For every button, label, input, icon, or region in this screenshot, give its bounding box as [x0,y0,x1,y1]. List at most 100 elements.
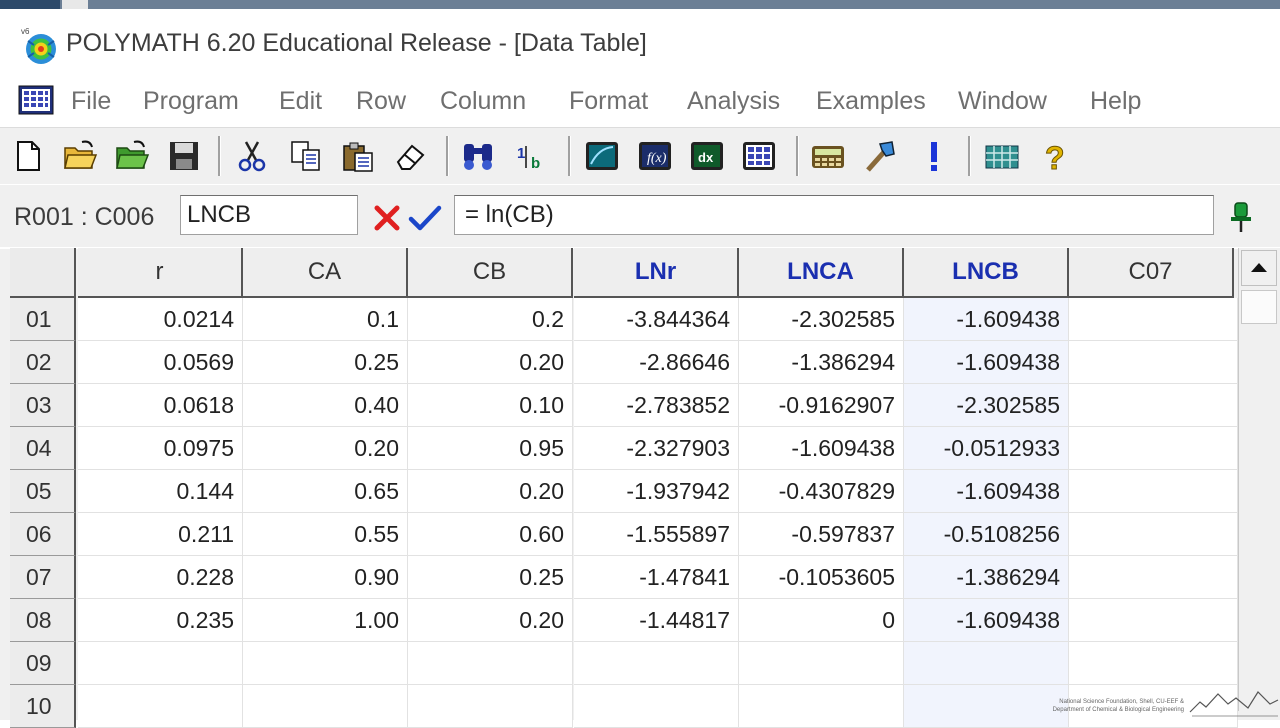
table-cell[interactable] [1069,556,1238,599]
table-cell[interactable]: -1.609438 [904,298,1069,341]
table-cell[interactable] [574,685,739,728]
column-header[interactable]: CB [408,248,573,298]
menu-help[interactable]: Help [1090,87,1141,116]
table-cell[interactable]: 0.60 [408,513,573,556]
table-cell[interactable] [78,642,243,685]
row-header[interactable]: 02 [10,341,76,384]
table-cell[interactable]: 0.20 [408,341,573,384]
table-cell[interactable]: 0.235 [78,599,243,642]
new-file-icon[interactable] [10,138,46,174]
grid-corner[interactable] [10,248,76,298]
formula-field[interactable] [454,195,1214,235]
open-folder-green-icon[interactable] [114,138,150,174]
menu-format[interactable]: Format [569,87,648,116]
table-cell[interactable] [408,642,573,685]
menu-row[interactable]: Row [356,87,406,116]
table-cell[interactable] [1069,642,1238,685]
column-header[interactable]: LNCA [739,248,904,298]
table-cell[interactable]: -1.555897 [574,513,739,556]
table-cell[interactable]: -1.47841 [574,556,739,599]
find-icon[interactable] [460,138,496,174]
row-header[interactable]: 10 [10,685,76,728]
copy-icon[interactable] [288,138,324,174]
table-cell[interactable] [1069,599,1238,642]
table-cell[interactable]: -1.609438 [904,470,1069,513]
row-header[interactable]: 04 [10,427,76,470]
save-icon[interactable] [166,138,202,174]
table-cell[interactable] [243,642,408,685]
table-cell[interactable]: -1.386294 [739,341,904,384]
table-cell[interactable] [739,685,904,728]
table-cell[interactable] [78,685,243,728]
table-cell[interactable]: 0.90 [243,556,408,599]
table-cell[interactable]: -0.0512933 [904,427,1069,470]
eraser-icon[interactable] [392,138,428,174]
table-cell[interactable]: -0.5108256 [904,513,1069,556]
table-cell[interactable]: 0.20 [408,599,573,642]
row-header[interactable]: 01 [10,298,76,341]
pin-icon[interactable] [1226,199,1256,235]
menu-analysis[interactable]: Analysis [687,87,780,116]
table-cell[interactable]: -2.302585 [904,384,1069,427]
table-cell[interactable] [408,685,573,728]
column-header[interactable]: LNr [574,248,739,298]
table-cell[interactable]: -0.4307829 [739,470,904,513]
column-header[interactable]: r [78,248,243,298]
row-header[interactable]: 07 [10,556,76,599]
table-icon[interactable] [984,138,1020,174]
table-cell[interactable]: 0.20 [243,427,408,470]
table-cell[interactable]: 0.20 [408,470,573,513]
column-header[interactable]: C07 [1069,248,1234,298]
menu-examples[interactable]: Examples [816,87,926,116]
scroll-thumb[interactable] [1241,290,1277,324]
confirm-edit-icon[interactable] [408,201,442,233]
table-cell[interactable]: -0.597837 [739,513,904,556]
paste-icon[interactable] [340,138,376,174]
table-cell[interactable]: 0.40 [243,384,408,427]
row-header[interactable]: 06 [10,513,76,556]
table-cell[interactable]: -1.386294 [904,556,1069,599]
table-cell[interactable]: 0.0618 [78,384,243,427]
table-cell[interactable]: 0.0975 [78,427,243,470]
table-cell[interactable]: 0.211 [78,513,243,556]
function-icon[interactable]: f(x) [637,138,673,174]
table-cell[interactable] [904,642,1069,685]
cut-icon[interactable] [234,138,270,174]
column-header[interactable]: LNCB [904,248,1069,298]
table-cell[interactable] [243,685,408,728]
table-cell[interactable]: -2.783852 [574,384,739,427]
table-cell[interactable] [904,685,1069,728]
sort-icon[interactable]: 1b [514,138,550,174]
table-cell[interactable]: 0.0214 [78,298,243,341]
table-cell[interactable]: 0.25 [243,341,408,384]
row-header[interactable]: 09 [10,642,76,685]
table-cell[interactable]: -1.609438 [904,341,1069,384]
table-cell[interactable]: -3.844364 [574,298,739,341]
scroll-up-icon[interactable] [1241,250,1277,286]
table-cell[interactable]: 0.0569 [78,341,243,384]
row-header[interactable]: 05 [10,470,76,513]
menu-program[interactable]: Program [143,87,239,116]
row-header[interactable]: 08 [10,599,76,642]
table-cell[interactable] [739,642,904,685]
table-cell[interactable]: 0.2 [408,298,573,341]
table-cell[interactable] [1069,513,1238,556]
table-cell[interactable]: -2.302585 [739,298,904,341]
table-cell[interactable]: 0.1 [243,298,408,341]
vertical-scrollbar[interactable] [1238,248,1280,711]
table-cell[interactable]: 0.25 [408,556,573,599]
table-cell[interactable]: 0.10 [408,384,573,427]
cancel-edit-icon[interactable] [372,201,402,233]
table-cell[interactable]: -1.937942 [574,470,739,513]
table-cell[interactable]: -1.44817 [574,599,739,642]
table-cell[interactable] [574,642,739,685]
open-folder-icon[interactable] [62,138,98,174]
table-cell[interactable]: 0 [739,599,904,642]
document-menu-icon[interactable] [18,85,54,115]
menu-column[interactable]: Column [440,87,526,116]
exclamation-icon[interactable] [916,138,952,174]
table-cell[interactable]: -2.86646 [574,341,739,384]
menu-window[interactable]: Window [958,87,1047,116]
table-cell[interactable] [1069,341,1238,384]
table-cell[interactable]: -0.1053605 [739,556,904,599]
